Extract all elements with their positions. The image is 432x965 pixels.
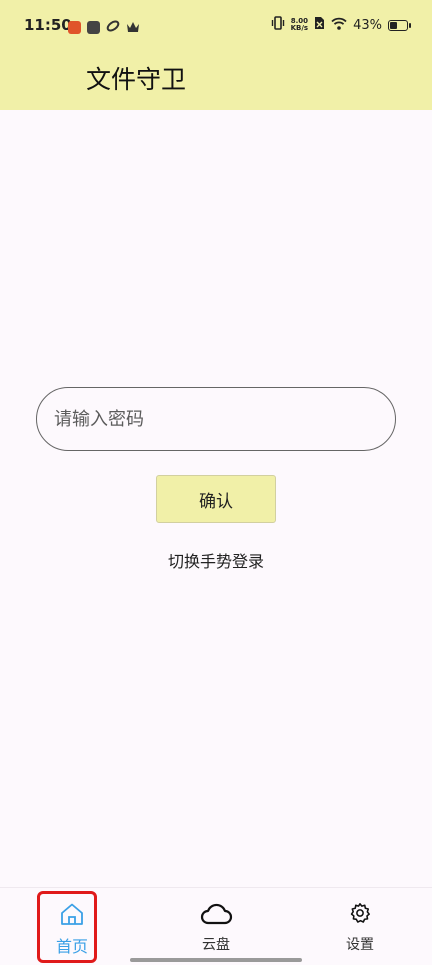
nav-label-settings: 设置 [346, 937, 374, 953]
network-speed: 8.00 KB/s [291, 18, 308, 32]
status-time: 11:50 [24, 16, 72, 34]
home-highlight-box [37, 891, 97, 963]
gear-icon [349, 902, 371, 928]
network-speed-unit: KB/s [290, 24, 309, 32]
battery-percent: 43% [353, 17, 382, 33]
gesture-home-indicator[interactable] [130, 958, 302, 962]
vibrate-icon [271, 16, 285, 34]
calendar-notification-icon [87, 21, 100, 34]
switch-gesture-login-link[interactable]: 切换手势登录 [0, 548, 432, 572]
app-notification-icon [68, 21, 81, 34]
cloud-icon [199, 902, 233, 930]
status-right: 8.00 KB/s 43% [271, 16, 411, 34]
nav-item-cloud[interactable]: 云盘 [166, 888, 266, 965]
crown-notification-icon [126, 18, 140, 37]
page-title: 文件守卫 [86, 65, 187, 94]
battery-icon [388, 19, 411, 31]
no-sim-icon [314, 16, 325, 34]
confirm-button[interactable]: 确认 [156, 475, 276, 523]
app-header: 11:50 8.00 KB/s 43% 文件守卫 [0, 0, 432, 110]
wifi-icon [331, 17, 347, 34]
status-bar: 11:50 8.00 KB/s 43% [0, 0, 432, 52]
nav-label-cloud: 云盘 [202, 937, 230, 953]
password-input[interactable] [36, 387, 396, 451]
nav-item-settings[interactable]: 设置 [310, 888, 410, 965]
link-notification-icon [106, 18, 120, 37]
notification-icons [68, 18, 140, 37]
